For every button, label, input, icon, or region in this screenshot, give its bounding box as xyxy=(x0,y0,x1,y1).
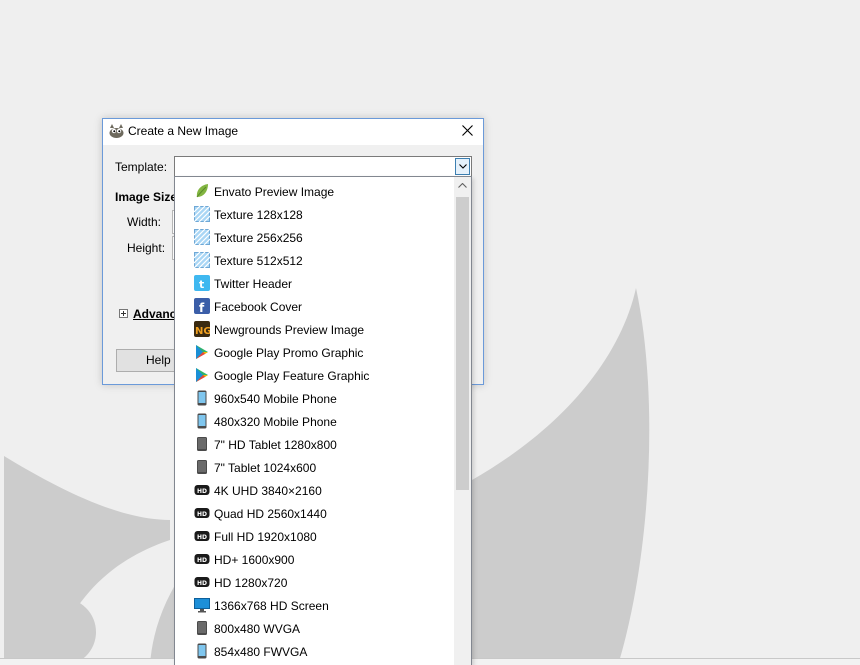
scroll-thumb[interactable] xyxy=(456,197,469,490)
template-option[interactable]: 960x540 Mobile Phone xyxy=(176,387,454,410)
template-option[interactable]: HD 4K UHD 3840×2160 xyxy=(176,479,454,502)
texture-icon xyxy=(193,205,211,223)
tablet-icon xyxy=(194,436,210,452)
svg-text:HD: HD xyxy=(197,511,207,518)
template-option[interactable]: 800x480 WVGA xyxy=(176,617,454,640)
hd-icon: HD xyxy=(194,528,210,544)
hd-icon: HD xyxy=(194,505,210,521)
template-option-label: 4K UHD 3840×2160 xyxy=(214,484,322,498)
svg-text:NG: NG xyxy=(195,326,210,337)
gimp-icon xyxy=(109,124,124,138)
template-option-label: 800x480 WVGA xyxy=(214,622,301,636)
hd-icon: HD xyxy=(194,482,210,498)
template-option-label: 480x320 Mobile Phone xyxy=(214,415,337,429)
template-option[interactable]: NG Newgrounds Preview Image xyxy=(176,318,454,341)
template-option-label: Google Play Promo Graphic xyxy=(214,346,364,360)
template-option[interactable]: 480x320 Mobile Phone xyxy=(176,410,454,433)
template-option-label: Google Play Feature Graphic xyxy=(214,369,370,383)
template-option-label: Texture 256x256 xyxy=(214,231,303,245)
leaf-icon xyxy=(194,183,210,199)
phone-icon xyxy=(194,413,210,429)
template-option-label: HD 1280x720 xyxy=(214,576,288,590)
template-option[interactable]: t Twitter Header xyxy=(176,272,454,295)
template-option-label: 7" HD Tablet 1280x800 xyxy=(214,438,337,452)
expander-plus-icon[interactable] xyxy=(119,309,128,318)
template-option[interactable]: HD Quad HD 2560x1440 xyxy=(176,502,454,525)
phone-icon xyxy=(194,643,210,659)
width-label: Width: xyxy=(127,215,162,229)
google-play-icon xyxy=(194,367,210,383)
template-option[interactable]: Envato Preview Image xyxy=(176,180,454,203)
template-option-label: HD+ 1600x900 xyxy=(214,553,295,567)
chevron-down-icon xyxy=(459,164,467,169)
template-option[interactable]: Texture 512x512 xyxy=(176,249,454,272)
svg-text:HD: HD xyxy=(197,488,207,495)
template-option-label: 7" Tablet 1024x600 xyxy=(214,461,317,475)
dialog-titlebar[interactable]: Create a New Image xyxy=(103,119,483,145)
svg-text:t: t xyxy=(199,278,204,291)
chevron-up-icon xyxy=(458,183,467,188)
template-option-label: Texture 128x128 xyxy=(214,208,303,222)
hd-icon: HD xyxy=(194,574,210,590)
template-option-label: Texture 512x512 xyxy=(214,254,303,268)
google-play-icon xyxy=(194,344,210,360)
template-option[interactable]: Texture 256x256 xyxy=(176,226,454,249)
template-option[interactable]: HD Full HD 1920x1080 xyxy=(176,525,454,548)
scroll-up-button[interactable] xyxy=(454,177,471,194)
hd-icon: HD xyxy=(194,551,210,567)
template-option[interactable]: Google Play Feature Graphic xyxy=(176,364,454,387)
close-button[interactable] xyxy=(453,119,483,143)
facebook-icon: f xyxy=(194,298,210,315)
svg-text:f: f xyxy=(199,301,205,314)
texture-icon xyxy=(193,228,211,246)
tablet-icon xyxy=(194,620,210,636)
template-option-label: Newgrounds Preview Image xyxy=(214,323,365,337)
template-option-label: 1366x768 HD Screen xyxy=(214,599,329,613)
template-option[interactable]: 7" HD Tablet 1280x800 xyxy=(176,433,454,456)
template-option[interactable]: HD HD 1280x720 xyxy=(176,571,454,594)
advanced-options-expander[interactable]: Advanc xyxy=(133,307,176,321)
template-option[interactable]: 7" Tablet 1024x600 xyxy=(176,456,454,479)
template-option[interactable]: 854x480 FWVGA xyxy=(176,640,454,663)
template-option[interactable]: f Facebook Cover xyxy=(176,295,454,318)
svg-text:HD: HD xyxy=(197,557,207,564)
template-combobox[interactable] xyxy=(174,156,472,177)
template-option-label: 960x540 Mobile Phone xyxy=(214,392,337,406)
newgrounds-icon: NG xyxy=(194,321,212,337)
dialog-title: Create a New Image xyxy=(128,124,239,138)
image-size-heading: Image Size xyxy=(115,190,178,204)
height-label: Height: xyxy=(127,241,166,255)
template-option[interactable]: 1366x768 HD Screen xyxy=(176,594,454,617)
template-option[interactable]: Texture 128x128 xyxy=(176,203,454,226)
template-option-label: 854x480 FWVGA xyxy=(214,645,308,659)
template-option-label: Full HD 1920x1080 xyxy=(214,530,317,544)
phone-icon xyxy=(194,390,210,406)
svg-text:HD: HD xyxy=(197,534,207,541)
svg-text:HD: HD xyxy=(197,580,207,587)
template-dropdown-list[interactable]: Envato Preview Image Texture 128x128 Textu… xyxy=(174,176,472,665)
template-option[interactable]: Google Play Promo Graphic xyxy=(176,341,454,364)
template-dropdown-button[interactable] xyxy=(455,158,470,175)
tablet-icon xyxy=(194,459,210,475)
template-option-label: Envato Preview Image xyxy=(214,185,335,199)
template-option-label: Quad HD 2560x1440 xyxy=(214,507,327,521)
dropdown-scrollbar[interactable] xyxy=(454,177,471,665)
twitter-icon: t xyxy=(194,275,210,291)
texture-icon xyxy=(193,251,211,269)
close-icon xyxy=(462,125,473,136)
help-button[interactable]: Help xyxy=(116,349,176,372)
template-label: Template: xyxy=(115,160,168,174)
template-option-label: Facebook Cover xyxy=(214,300,303,314)
monitor-icon xyxy=(194,597,210,613)
template-option[interactable]: HD HD+ 1600x900 xyxy=(176,548,454,571)
template-option-label: Twitter Header xyxy=(214,277,293,291)
